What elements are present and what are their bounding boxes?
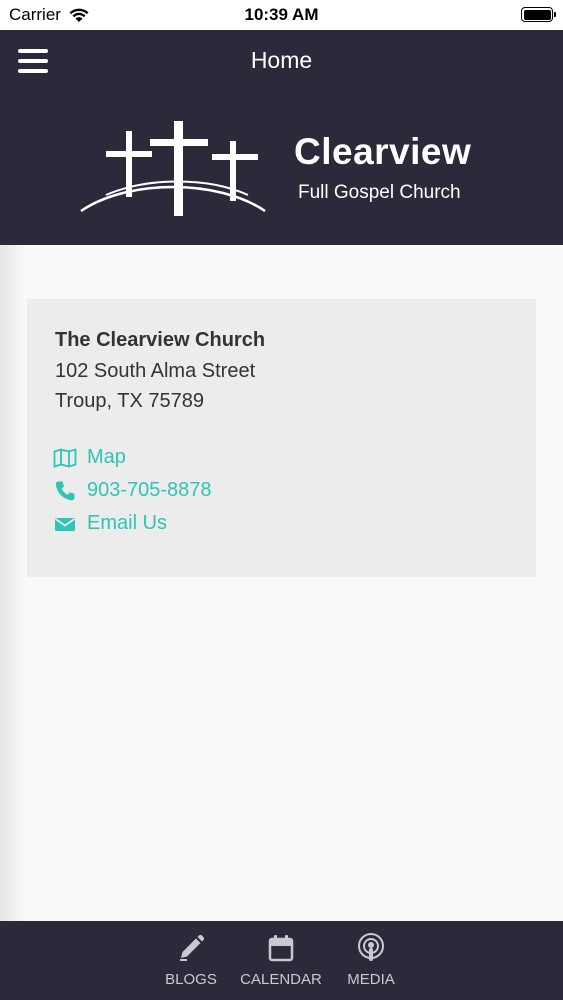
page-title: Home — [250, 47, 313, 73]
pencil-icon — [176, 933, 206, 963]
status-bar: Carrier 10:39 AM — [0, 0, 563, 30]
phone-link[interactable]: 903-705-8878 — [53, 479, 212, 502]
status-time: 10:39 AM — [244, 5, 319, 24]
calendar-icon — [266, 933, 296, 963]
address-line-1: 102 South Alma Street — [55, 360, 256, 382]
envelope-icon — [53, 513, 77, 535]
tab-media[interactable]: MEDIA — [343, 933, 399, 988]
map-link[interactable]: Map — [53, 446, 126, 469]
three-crosses-logo-icon — [80, 121, 266, 216]
battery-icon — [521, 7, 556, 22]
tab-calendar-label: CALENDAR — [240, 971, 322, 988]
address-line-2: Troup, TX 75789 — [55, 390, 204, 412]
logo-subtitle: Full Gospel Church — [298, 182, 461, 203]
map-link-label: Map — [87, 446, 126, 468]
phone-icon — [53, 480, 77, 502]
tab-blogs-label: BLOGS — [165, 971, 217, 988]
logo-name: Clearview — [294, 131, 472, 172]
church-name: The Clearview Church — [55, 329, 266, 351]
phone-link-label: 903-705-8878 — [87, 479, 212, 501]
email-link-label: Email Us — [87, 512, 168, 534]
header-banner: Clearview Full Gospel Church — [0, 93, 563, 245]
contact-card: The Clearview Church 102 South Alma Stre… — [27, 299, 536, 577]
side-shadow — [0, 245, 26, 921]
tab-blogs[interactable]: BLOGS — [164, 933, 218, 988]
navigation-bar: Home — [0, 30, 563, 93]
tab-media-label: MEDIA — [347, 971, 395, 988]
map-icon — [53, 447, 77, 469]
bottom-tab-bar: BLOGS CALENDAR MEDIA — [0, 921, 563, 1000]
tab-calendar[interactable]: CALENDAR — [238, 933, 324, 988]
podcast-icon — [356, 933, 386, 963]
email-link[interactable]: Email Us — [53, 512, 167, 535]
main-content: The Clearview Church 102 South Alma Stre… — [0, 245, 563, 921]
